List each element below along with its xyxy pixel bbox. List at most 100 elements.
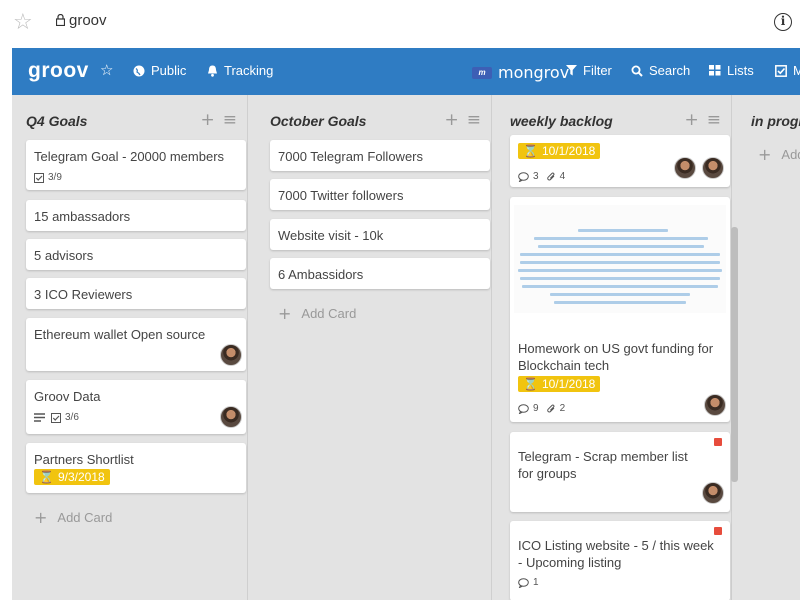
add-card-label: Add (781, 147, 800, 162)
description-icon (34, 413, 45, 422)
card[interactable]: ⌛ 10/1/2018 3 4 (510, 135, 730, 187)
card[interactable]: Telegram - Scrap member list for groups (510, 432, 730, 512)
card-title: Telegram Goal - 20000 members (34, 149, 225, 164)
card[interactable]: Website visit - 10k (270, 219, 490, 250)
add-card-button[interactable]: + Add (758, 145, 800, 164)
menu-icon[interactable]: ≡ (223, 110, 237, 130)
attachment-count: 4 (559, 171, 566, 182)
card-title: Homework on US govt funding for Blockcha… (518, 341, 714, 373)
list-weekly-backlog: weekly backlog + ≡ ⌛ 10/1/2018 3 4 Homew… (496, 95, 732, 600)
info-icon[interactable]: i (774, 13, 792, 31)
card[interactable]: 7000 Twitter followers (270, 179, 490, 210)
card[interactable]: 7000 Telegram Followers (270, 140, 490, 171)
card[interactable]: Groov Data 3/6 (26, 380, 246, 434)
add-icon[interactable]: + (685, 110, 699, 130)
plus-icon: + (278, 304, 292, 323)
add-card-label: Add Card (301, 306, 357, 321)
more-label: M (793, 63, 800, 78)
avatar[interactable] (220, 344, 242, 366)
menu-icon[interactable]: ≡ (467, 110, 481, 130)
board-title[interactable]: groov (28, 59, 89, 83)
checklist-view-button[interactable]: M (775, 63, 800, 78)
filter-button[interactable]: Filter (566, 63, 612, 78)
card-title: Telegram - Scrap member list for groups (518, 449, 688, 481)
card[interactable]: Telegram Goal - 20000 members 3/9 (26, 140, 246, 190)
card-title: Website visit - 10k (278, 228, 384, 243)
card[interactable]: 15 ambassadors (26, 200, 246, 231)
card-title: 6 Ambassidors (278, 267, 364, 282)
plus-icon: + (34, 508, 48, 527)
comment-count: 3 (533, 171, 539, 182)
search-button[interactable]: Search (631, 63, 690, 78)
card-title: 3 ICO Reviewers (34, 287, 133, 302)
tracking-button[interactable]: Tracking (207, 63, 273, 78)
avatar[interactable] (674, 157, 696, 179)
comment-icon (518, 403, 529, 414)
add-card-label: Add Card (57, 510, 113, 525)
lists-button[interactable]: Lists (709, 63, 754, 78)
list-title[interactable]: Q4 Goals (26, 113, 87, 129)
card-title: 7000 Telegram Followers (278, 149, 423, 164)
card-title: 7000 Twitter followers (278, 188, 404, 203)
list-title[interactable]: weekly backlog (510, 113, 613, 129)
attachment-preview[interactable] (514, 205, 726, 313)
due-date: 10/1/2018 (541, 144, 596, 158)
list-october-goals: October Goals + ≡ 7000 Telegram Followers… (256, 95, 492, 600)
list-in-progress: in progre + Add (740, 95, 800, 600)
avatar[interactable] (704, 394, 726, 416)
avatar[interactable] (702, 482, 724, 504)
due-date: 10/1/2018 (541, 377, 596, 391)
label-red (714, 527, 722, 535)
card[interactable]: 3 ICO Reviewers (26, 278, 246, 309)
due-date-badge[interactable]: ⌛ 9/3/2018 (34, 469, 110, 485)
comment-count: 1 (533, 577, 539, 588)
app-header: groov ☆ Public Tracking m mongrov Filter… (12, 48, 800, 95)
bell-icon (208, 65, 217, 77)
card[interactable]: Partners Shortlist ⌛ 9/3/2018 (26, 443, 246, 493)
list-title[interactable]: October Goals (270, 113, 366, 129)
star-icon[interactable]: ☆ (100, 61, 113, 79)
filter-icon (566, 65, 577, 76)
due-date-badge[interactable]: ⌛ 10/1/2018 (518, 376, 601, 392)
checklist-count: 3/9 (48, 172, 62, 183)
label-red (714, 438, 722, 446)
public-button[interactable]: Public (133, 63, 186, 78)
checklist-icon (34, 172, 44, 183)
card-title: Partners Shortlist (34, 452, 134, 467)
address-url[interactable]: groov (69, 12, 107, 29)
avatar[interactable] (702, 157, 724, 179)
bookmark-star-icon[interactable]: ☆ (13, 10, 33, 35)
card-title: Ethereum wallet Open source (34, 327, 206, 342)
add-card-button[interactable]: + Add Card (34, 508, 112, 527)
attachment-count: 2 (559, 403, 566, 414)
avatar[interactable] (220, 406, 242, 428)
list-title[interactable]: in progre (751, 113, 800, 129)
card[interactable]: Ethereum wallet Open source (26, 318, 246, 371)
add-icon[interactable]: + (445, 110, 459, 130)
card[interactable]: Homework on US govt funding for Blockcha… (510, 197, 730, 422)
plus-icon: + (758, 145, 772, 164)
tracking-label: Tracking (224, 63, 274, 78)
checklist-icon (51, 412, 61, 423)
card-title: ICO Listing website - 5 / this week - Up… (518, 538, 714, 570)
card[interactable]: ICO Listing website - 5 / this week - Up… (510, 521, 730, 600)
card[interactable]: 5 advisors (26, 239, 246, 270)
organization-logo-icon: m (472, 66, 492, 79)
hourglass-icon: ⌛ (523, 377, 538, 391)
public-label: Public (151, 63, 187, 78)
organization-name: mongrov (498, 63, 570, 82)
list-q4-goals: Q4 Goals + ≡ Telegram Goal - 20000 member… (12, 95, 248, 600)
card[interactable]: 6 Ambassidors (270, 258, 490, 289)
search-icon (631, 65, 643, 77)
organization-button[interactable]: m mongrov (472, 63, 569, 82)
card-title: Groov Data (34, 389, 101, 404)
menu-icon[interactable]: ≡ (707, 110, 721, 130)
add-card-button[interactable]: + Add Card (278, 304, 356, 323)
globe-icon (133, 65, 145, 76)
checkbox-icon (775, 64, 787, 77)
due-date-badge[interactable]: ⌛ 10/1/2018 (518, 143, 601, 159)
list-scrollbar[interactable] (731, 227, 738, 482)
add-icon[interactable]: + (201, 110, 215, 130)
attachment-icon (546, 172, 554, 180)
checklist-count: 3/6 (65, 412, 79, 423)
